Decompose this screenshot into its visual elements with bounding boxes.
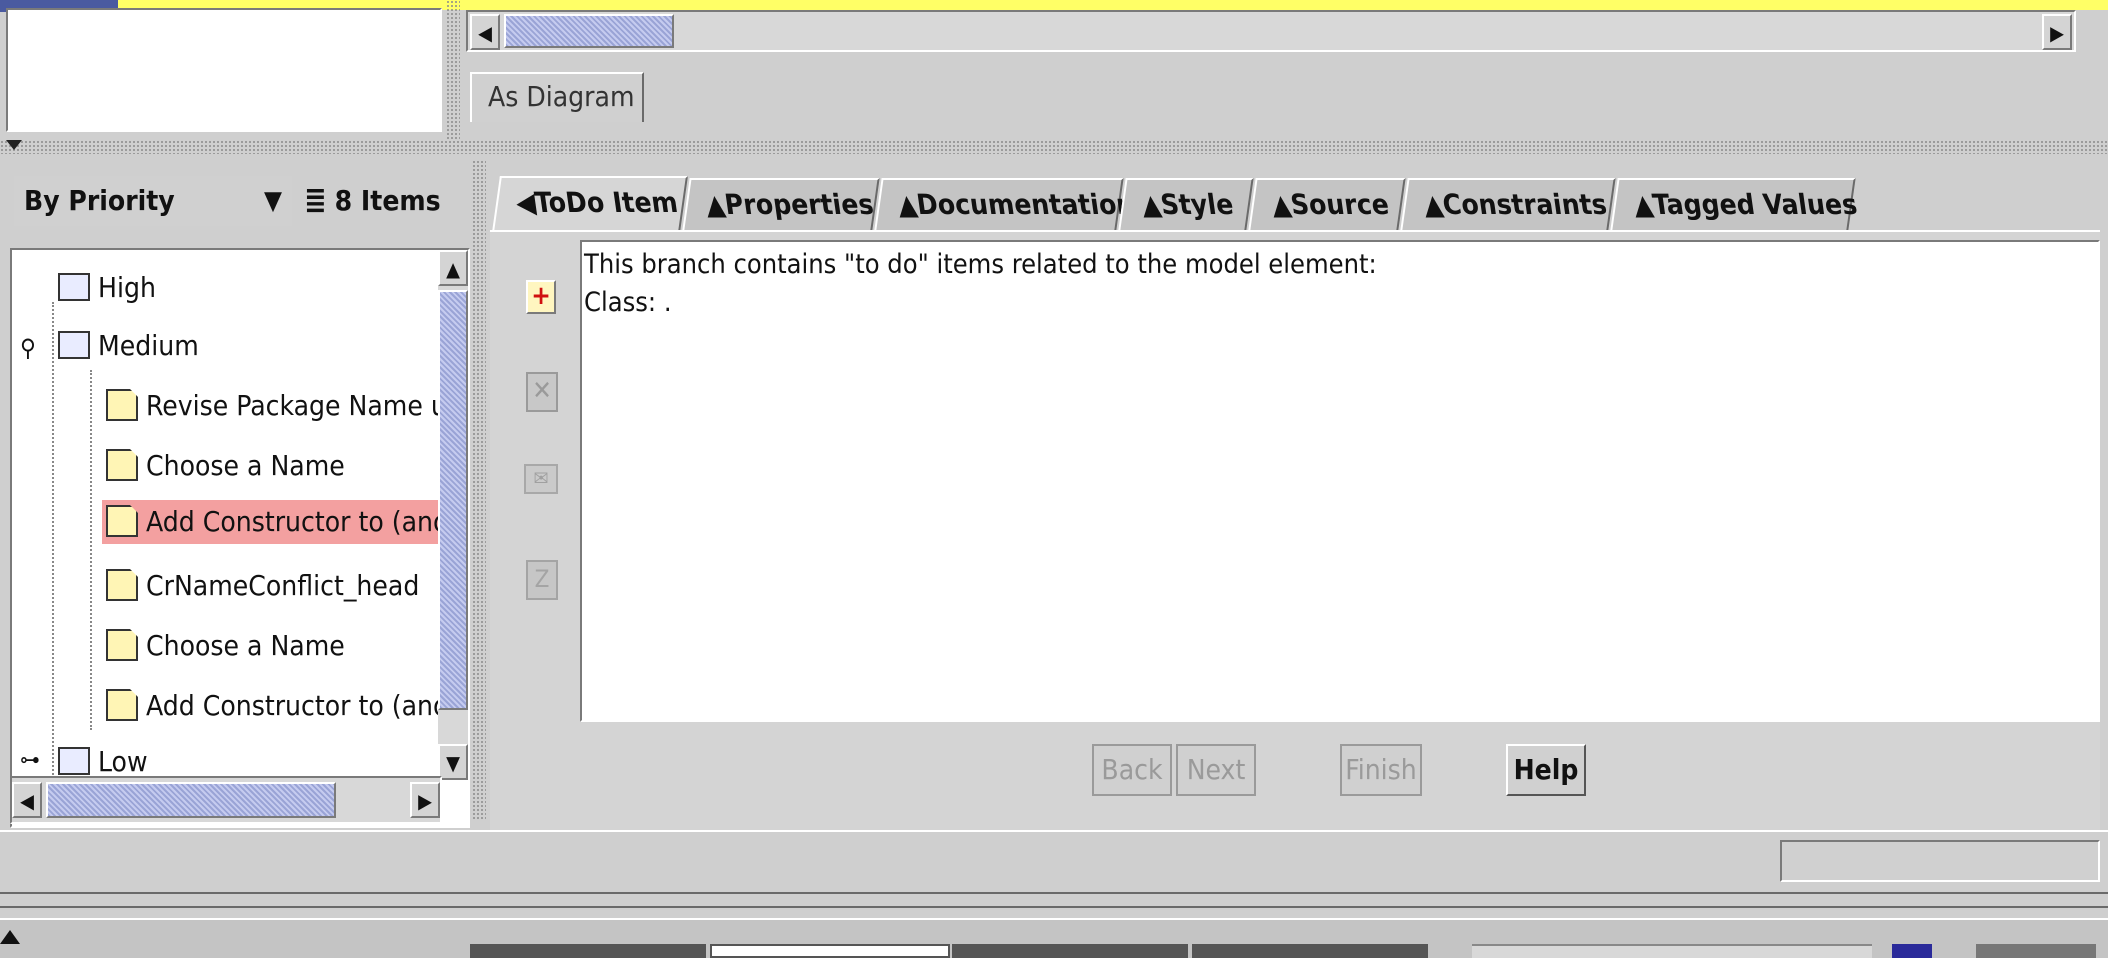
scroll-left-icon[interactable]: ◀ xyxy=(12,782,42,818)
tree-item[interactable]: CrNameConflict_head xyxy=(106,564,419,608)
expanded-handle-icon[interactable]: ⚲ xyxy=(20,334,36,362)
sort-by-dropdown[interactable]: By Priority ▼ xyxy=(14,176,292,226)
description-line-1: This branch contains "to do" items relat… xyxy=(584,249,1377,280)
status-progress xyxy=(1780,840,2100,882)
scroll-up-icon[interactable]: ▲ xyxy=(438,250,468,286)
diagram-hscrollbar[interactable]: ◀ ▶ xyxy=(466,10,2076,52)
todo-description[interactable]: This branch contains "to do" items relat… xyxy=(580,240,2100,722)
tab-label: Style xyxy=(1158,188,1236,221)
todo-note-icon xyxy=(106,505,138,537)
tree-label: Add Constructor to (anon) xyxy=(146,505,470,538)
items-count: ≣ 8 Items xyxy=(304,176,441,226)
tree-label: Low xyxy=(98,745,148,778)
tree-item-selected[interactable]: Add Constructor to (anon) xyxy=(102,500,470,544)
tree-label: Add Constructor to (anon) xyxy=(146,689,470,722)
tab-tagged-values[interactable]: ▲ Tagged Values xyxy=(1610,178,1860,230)
tree-label: Revise Package Name untit xyxy=(146,389,470,422)
tree-folder-high[interactable]: High xyxy=(58,266,156,310)
scroll-right-icon[interactable]: ▶ xyxy=(2042,14,2072,50)
window-bottom-border xyxy=(0,892,2108,908)
tab-label: Tagged Values xyxy=(1650,188,1860,221)
taskbar-arrow-icon[interactable] xyxy=(0,930,20,944)
finish-label: Finish xyxy=(1345,753,1417,786)
tab-label: Properties xyxy=(722,188,876,221)
resolve-icon[interactable]: ✕ xyxy=(526,372,558,412)
navigation-panel[interactable] xyxy=(6,8,442,132)
scroll-right-icon[interactable]: ▶ xyxy=(410,782,440,818)
back-label: Back xyxy=(1101,753,1163,786)
tree-label: High xyxy=(98,271,156,304)
description-line-2: Class: . xyxy=(584,287,672,318)
tree-hscrollbar[interactable]: ◀ ▶ xyxy=(10,776,442,824)
todo-note-icon xyxy=(106,629,138,661)
taskbar-button[interactable] xyxy=(470,944,706,958)
tree-vscrollbar[interactable]: ▲ ▼ xyxy=(438,250,468,780)
items-count-label: 8 Items xyxy=(334,184,441,217)
tree-folder-medium[interactable]: Medium xyxy=(58,324,199,368)
taskbar-tray-icon[interactable] xyxy=(1976,944,2096,958)
next-label: Next xyxy=(1186,753,1246,786)
taskbar-tray[interactable] xyxy=(1472,944,1872,958)
tab-constraints[interactable]: ▲ Constraints xyxy=(1400,178,1616,230)
tab-as-diagram[interactable]: As Diagram xyxy=(470,72,644,122)
tab-label: ToDo Item xyxy=(533,186,681,219)
vertical-splitter-lower[interactable] xyxy=(472,160,486,820)
tree-line xyxy=(52,302,54,802)
finish-button[interactable]: Finish xyxy=(1340,744,1422,796)
new-todo-icon[interactable]: + xyxy=(526,280,556,314)
taskbar-button[interactable] xyxy=(952,944,1188,958)
todo-note-icon xyxy=(106,689,138,721)
email-icon[interactable]: ✉ xyxy=(524,464,558,494)
tree-label: Choose a Name xyxy=(146,629,345,662)
folder-icon xyxy=(58,747,90,775)
todo-note-icon xyxy=(106,449,138,481)
back-button[interactable]: Back xyxy=(1092,744,1172,796)
folder-icon xyxy=(58,331,90,359)
help-label: Help xyxy=(1513,753,1579,786)
todo-tree[interactable]: High ⚲ Medium Revise Package Name untit … xyxy=(10,248,470,828)
collapsed-handle-icon[interactable]: ⊶ xyxy=(20,748,40,773)
tab-todo-item[interactable]: ◀ ToDo Item xyxy=(492,176,688,232)
todo-note-icon xyxy=(106,389,138,421)
tab-documentation[interactable]: ▲ Documentation xyxy=(874,178,1137,230)
horizontal-splitter[interactable] xyxy=(0,140,2108,154)
tree-label: Choose a Name xyxy=(146,449,345,482)
taskbar-button[interactable] xyxy=(1192,944,1428,958)
todo-note-icon xyxy=(106,569,138,601)
tree-item[interactable]: Add Constructor to (anon) xyxy=(106,684,470,728)
tab-label: Source xyxy=(1288,188,1392,221)
next-button[interactable]: Next xyxy=(1176,744,1256,796)
folder-icon xyxy=(58,273,90,301)
tab-properties[interactable]: ▲ Properties xyxy=(682,178,880,230)
tab-source[interactable]: ▲ Source xyxy=(1248,178,1406,230)
tree-label: Medium xyxy=(98,329,199,362)
tree-item[interactable]: Revise Package Name untit xyxy=(106,384,470,428)
scroll-down-icon[interactable]: ▼ xyxy=(438,744,468,780)
sort-by-label: By Priority xyxy=(24,184,175,217)
tab-as-diagram-label: As Diagram xyxy=(488,80,635,113)
vertical-splitter[interactable] xyxy=(446,0,460,140)
scroll-thumb[interactable] xyxy=(46,782,336,818)
tree-line xyxy=(90,370,92,730)
tab-label: Constraints xyxy=(1440,188,1610,221)
collapse-up-icon[interactable] xyxy=(6,140,22,150)
taskbar-tray-icon[interactable] xyxy=(1892,944,1932,958)
taskbar-button[interactable] xyxy=(710,944,950,958)
tab-style[interactable]: ▲ Style xyxy=(1118,178,1254,230)
help-button[interactable]: Help xyxy=(1506,744,1586,796)
tree-item[interactable]: Choose a Name xyxy=(106,624,345,668)
scroll-thumb[interactable] xyxy=(504,14,674,48)
scroll-left-icon[interactable]: ◀ xyxy=(470,14,500,50)
list-icon: ≣ xyxy=(304,183,327,218)
chevron-down-icon: ▼ xyxy=(264,186,282,216)
scroll-thumb[interactable] xyxy=(438,290,468,710)
tree-label: CrNameConflict_head xyxy=(146,569,420,602)
tree-item[interactable]: Choose a Name xyxy=(106,444,345,488)
snooze-icon[interactable]: Z xyxy=(526,560,558,600)
tab-label: Documentation xyxy=(914,188,1137,221)
